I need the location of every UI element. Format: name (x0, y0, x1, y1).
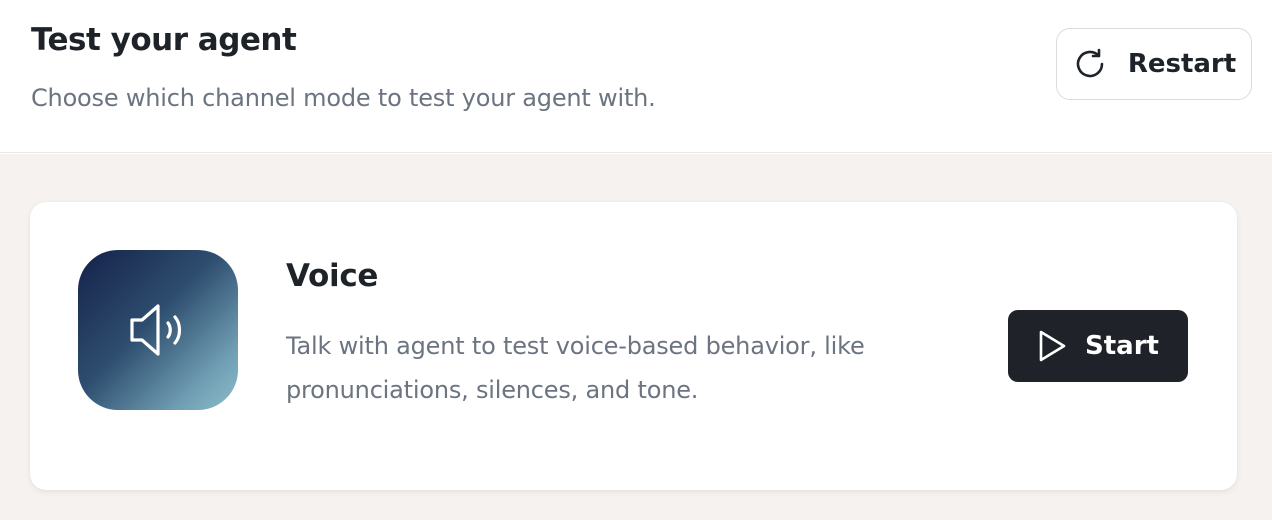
page-title: Test your agent (31, 22, 297, 58)
voice-mode-title: Voice (286, 258, 379, 294)
voice-mode-card: Voice Talk with agent to test voice-base… (30, 202, 1237, 490)
speaker-icon (130, 304, 182, 356)
voice-mode-tile (78, 250, 238, 410)
restart-button[interactable]: Restart (1056, 28, 1252, 100)
mode-panel: Voice Talk with agent to test voice-base… (0, 154, 1272, 520)
page-subtitle: Choose which channel mode to test your a… (31, 84, 656, 112)
start-voice-button[interactable]: Start (1008, 310, 1188, 382)
restart-icon (1072, 46, 1108, 82)
voice-mode-description: Talk with agent to test voice-based beha… (286, 332, 865, 404)
restart-label: Restart (1127, 49, 1237, 79)
play-icon (1037, 329, 1067, 363)
start-label: Start (1085, 331, 1159, 361)
page-header: Test your agent Choose which channel mod… (0, 0, 1272, 153)
